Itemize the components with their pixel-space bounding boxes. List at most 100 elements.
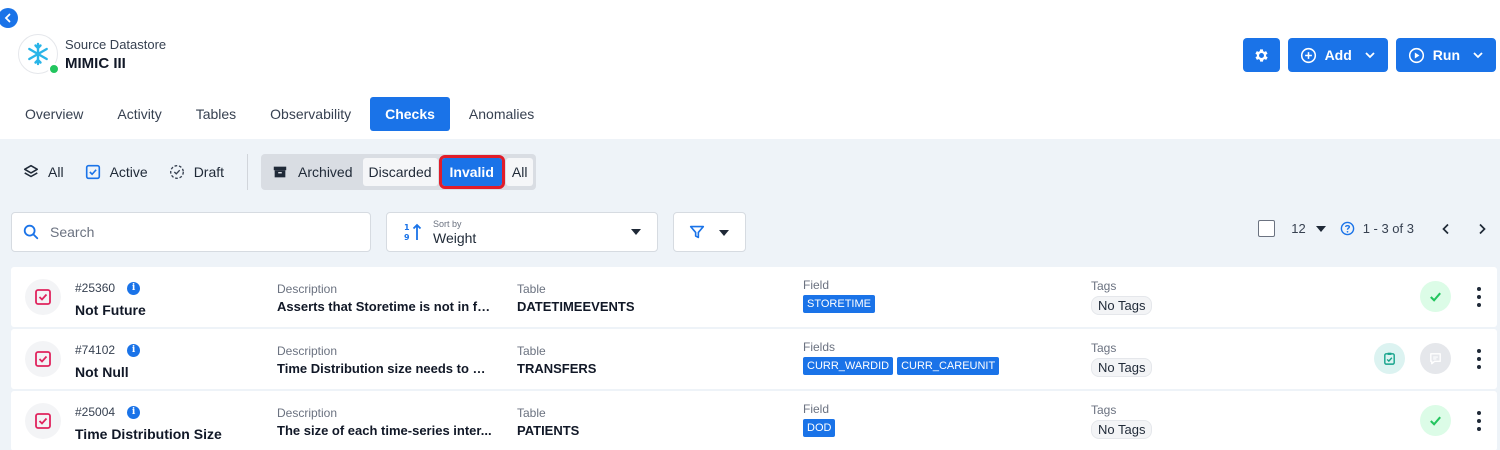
filter-button[interactable] bbox=[673, 212, 746, 252]
run-button[interactable]: Run bbox=[1395, 38, 1496, 72]
checkmark-icon bbox=[1430, 292, 1441, 302]
info-icon[interactable]: i bbox=[127, 281, 141, 295]
table-value: TRANSFERS bbox=[517, 361, 597, 376]
sort-label: Sort by bbox=[433, 218, 462, 229]
info-icon[interactable]: i bbox=[127, 343, 141, 357]
play-circle-icon bbox=[1408, 47, 1424, 63]
info-icon[interactable]: i bbox=[127, 405, 141, 419]
svg-text:1: 1 bbox=[404, 223, 410, 232]
tab-anomalies[interactable]: Anomalies bbox=[454, 97, 549, 131]
add-button[interactable]: Add bbox=[1287, 38, 1388, 72]
table-row[interactable]: #25004 i Time Distribution Size Descript… bbox=[11, 391, 1497, 450]
gear-icon bbox=[1254, 48, 1268, 62]
snowflake-icon bbox=[28, 42, 48, 66]
datastore-name: MIMIC III bbox=[65, 54, 126, 72]
chevron-down-icon bbox=[1365, 52, 1375, 59]
field-chip: STORETIME bbox=[803, 295, 875, 313]
caret-down-icon bbox=[719, 230, 729, 236]
tags-label: Tags bbox=[1091, 403, 1117, 417]
checkmark-icon bbox=[1430, 416, 1441, 426]
check-id: #25004 i bbox=[75, 405, 141, 419]
description-value: Time Distribution size needs to be... bbox=[277, 361, 493, 376]
tags-label: Tags bbox=[1091, 279, 1117, 293]
check-name: Time Distribution Size bbox=[75, 426, 222, 442]
chevron-left-icon bbox=[4, 13, 11, 23]
add-button-label: Add bbox=[1324, 47, 1352, 63]
select-all-checkbox[interactable] bbox=[1258, 220, 1276, 237]
help-circle-icon[interactable] bbox=[1340, 221, 1355, 236]
filter-discarded[interactable]: Discarded bbox=[362, 158, 438, 186]
filter-all[interactable]: All bbox=[12, 155, 74, 189]
more-options-icon[interactable] bbox=[1477, 411, 1481, 431]
snowflake-logo bbox=[18, 34, 60, 75]
chevron-right-icon[interactable] bbox=[1475, 222, 1489, 236]
layers-icon bbox=[23, 164, 39, 178]
plus-circle-icon bbox=[1300, 47, 1316, 63]
check-id-text: #25360 bbox=[75, 281, 116, 295]
filter-invalid[interactable]: Invalid bbox=[438, 155, 505, 189]
check-type-icon bbox=[25, 341, 61, 377]
caret-down-icon bbox=[631, 229, 641, 235]
field-label: Field bbox=[803, 402, 830, 416]
tab-overview[interactable]: Overview bbox=[10, 97, 98, 131]
field-chip: CURR_WARDID bbox=[803, 357, 894, 375]
sort-value: Weight bbox=[433, 229, 477, 246]
search-box bbox=[11, 212, 371, 252]
chevron-left-icon[interactable] bbox=[1439, 222, 1453, 236]
status-filter-bar: All Active Draft Archived Discarded Inva… bbox=[12, 154, 537, 190]
draft-circle-icon bbox=[169, 165, 184, 179]
description-value: Asserts that Storetime is not in fu... bbox=[277, 299, 493, 314]
datastore-tabs: Overview Activity Tables Observability C… bbox=[10, 97, 549, 131]
per-page-select[interactable]: 12 bbox=[1291, 221, 1326, 236]
description-label: Description bbox=[277, 406, 338, 420]
clipboard-check-icon bbox=[35, 413, 51, 429]
check-id: #25360 i bbox=[75, 281, 141, 295]
check-name: Not Null bbox=[75, 364, 129, 380]
check-type-icon bbox=[25, 403, 61, 439]
filter-draft[interactable]: Draft bbox=[158, 155, 234, 189]
checks-panel: All Active Draft Archived Discarded Inva… bbox=[0, 139, 1500, 450]
description-value: The size of each time-series inter... bbox=[277, 423, 492, 438]
clipboard-check-icon bbox=[35, 289, 51, 305]
table-label: Table bbox=[517, 406, 546, 420]
sort-dropdown[interactable]: 1 9 Sort by Weight bbox=[386, 212, 658, 252]
clipboard-check-icon bbox=[35, 351, 51, 367]
tab-tables[interactable]: Tables bbox=[181, 97, 251, 131]
table-row[interactable]: #25360 i Not Future Description Asserts … bbox=[11, 267, 1497, 327]
more-options-icon[interactable] bbox=[1477, 287, 1481, 307]
search-input[interactable] bbox=[50, 224, 350, 240]
toolbar: 1 9 Sort by Weight 12 1 - 3 of 3 bbox=[11, 212, 1500, 252]
table-value: PATIENTS bbox=[517, 423, 580, 438]
field-chip: CURR_CAREUNIT bbox=[897, 357, 1000, 375]
field-label: Field bbox=[803, 278, 830, 292]
funnel-icon bbox=[689, 225, 705, 239]
check-status-indicator bbox=[1374, 343, 1405, 374]
field-label: Fields bbox=[803, 340, 836, 354]
filter-archived[interactable]: Archived bbox=[264, 158, 358, 186]
filter-archived-label: Archived bbox=[298, 164, 353, 180]
description-label: Description bbox=[277, 282, 338, 296]
filter-active[interactable]: Active bbox=[74, 155, 158, 189]
tag-chip: No Tags bbox=[1091, 296, 1153, 315]
filter-archived-all[interactable]: All bbox=[505, 158, 534, 186]
tab-checks[interactable]: Checks bbox=[370, 97, 450, 131]
run-button-label: Run bbox=[1432, 47, 1460, 63]
tab-observability[interactable]: Observability bbox=[255, 97, 366, 131]
more-options-icon[interactable] bbox=[1477, 349, 1481, 369]
datastore-header: Source Datastore MIMIC III bbox=[18, 34, 166, 75]
collapse-sidebar-button[interactable] bbox=[0, 8, 18, 28]
anomaly-indicator bbox=[1420, 343, 1451, 374]
clipboard-check-icon bbox=[1384, 352, 1395, 365]
sort-numeric-icon: 1 9 bbox=[404, 223, 422, 242]
tab-activity[interactable]: Activity bbox=[102, 97, 176, 131]
chevron-down-icon bbox=[1473, 52, 1483, 59]
caret-down-icon bbox=[1315, 225, 1326, 232]
tags-label: Tags bbox=[1091, 341, 1117, 355]
archived-filter-group: Archived Discarded Invalid All bbox=[261, 154, 537, 190]
table-row[interactable]: #74102 i Not Null Description Time Distr… bbox=[11, 329, 1497, 389]
search-icon bbox=[23, 224, 39, 240]
page-range: 1 - 3 of 3 bbox=[1362, 221, 1414, 236]
table-label: Table bbox=[517, 344, 546, 358]
message-square-icon bbox=[1430, 353, 1441, 365]
settings-button[interactable] bbox=[1242, 38, 1280, 72]
